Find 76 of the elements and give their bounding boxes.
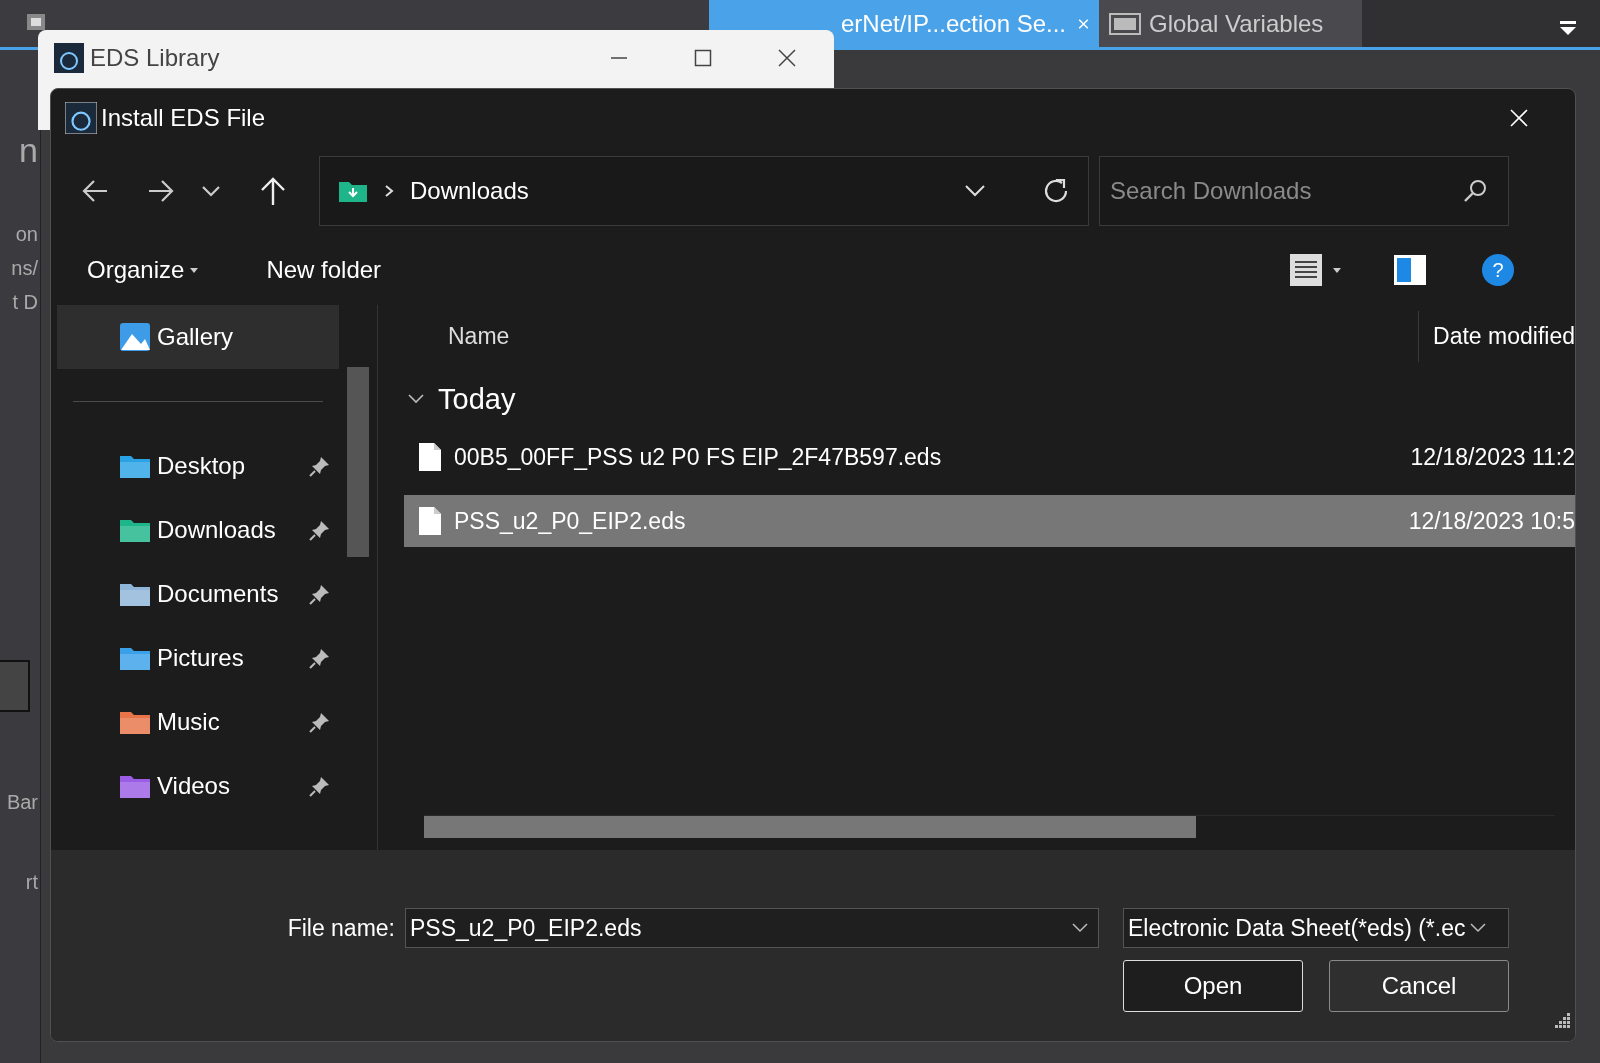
chevron-down-icon[interactable] — [201, 185, 221, 197]
file-name: PSS_u2_P0_EIP2.eds — [454, 507, 686, 535]
search-field[interactable]: Search Downloads — [1099, 156, 1509, 226]
refresh-icon[interactable] — [1042, 177, 1070, 205]
scrollbar-thumb[interactable] — [424, 816, 1196, 838]
partial-label: t D — [12, 290, 38, 314]
document-tab[interactable]: Global Variables — [1099, 0, 1362, 47]
open-button[interactable]: Open — [1123, 960, 1303, 1012]
variable-icon — [1109, 12, 1141, 35]
help-icon[interactable]: ? — [1481, 253, 1515, 287]
cancel-button[interactable]: Cancel — [1329, 960, 1509, 1012]
back-icon[interactable] — [81, 178, 109, 204]
pin-icon[interactable] — [309, 519, 331, 541]
pin-icon[interactable] — [309, 455, 331, 477]
folder-icon — [338, 179, 368, 203]
folder-icon — [119, 453, 151, 479]
caret-icon[interactable] — [1333, 267, 1341, 273]
maximize-icon[interactable] — [694, 49, 712, 67]
group-header: Today — [438, 382, 516, 416]
folder-icon — [119, 709, 151, 735]
nav-item[interactable]: Pictures — [57, 626, 339, 690]
folder-icon — [119, 581, 151, 607]
file-row[interactable]: 00B5_00FF_PSS u2 P0 FS EIP_2F47B597.eds 12/18/2023 11:2 — [404, 431, 1575, 483]
partial-label: on — [15, 222, 38, 246]
nav-item[interactable]: Downloads — [57, 498, 339, 562]
preview-pane-icon[interactable] — [1393, 254, 1427, 286]
pin-icon[interactable] — [309, 775, 331, 797]
partial-label: ns/ — [11, 256, 38, 280]
nav-item[interactable]: Gallery — [57, 305, 339, 369]
document-icon — [418, 442, 442, 472]
pin-icon[interactable] — [309, 647, 331, 669]
list-view-icon[interactable] — [1289, 253, 1323, 287]
window-title: EDS Library — [90, 44, 220, 72]
pin-icon[interactable] — [309, 583, 331, 605]
file-type-dropdown[interactable]: Electronic Data Sheet(*eds) (*.ec — [1123, 908, 1509, 948]
document-icon — [418, 506, 442, 536]
chevron-down-icon[interactable] — [408, 394, 424, 404]
partial-label: rt — [25, 870, 38, 894]
new-folder-button[interactable]: New folder — [254, 252, 394, 288]
column-header[interactable]: Date modified — [1418, 310, 1575, 362]
folder-path: Downloads — [410, 177, 529, 205]
partial-label: Bar — [6, 790, 38, 814]
chevron-right-icon — [384, 184, 394, 198]
search-icon[interactable] — [1463, 179, 1487, 203]
chevron-down-icon[interactable] — [964, 184, 986, 198]
file-name: 00B5_00FF_PSS u2 P0 FS EIP_2F47B597.eds — [454, 443, 942, 471]
address-bar[interactable]: Downloads — [319, 156, 1089, 226]
nav-item[interactable]: Music — [57, 690, 339, 754]
resize-grip-icon[interactable] — [1555, 1013, 1571, 1029]
pin-icon[interactable] — [309, 711, 331, 733]
chevron-down-icon — [1072, 923, 1088, 933]
folder-icon — [119, 517, 151, 543]
nav-item[interactable]: Desktop — [57, 434, 339, 498]
file-date: 12/18/2023 11:2 — [1410, 443, 1575, 471]
field-label: File name: — [287, 914, 395, 942]
caret-icon — [190, 267, 199, 273]
close-icon[interactable] — [778, 49, 796, 67]
folder-icon — [119, 645, 151, 671]
organize-menu[interactable]: Organize — [75, 252, 211, 288]
chevron-down-icon — [1469, 923, 1486, 933]
app-icon — [54, 43, 84, 73]
gallery-icon — [119, 322, 151, 352]
file-name-field[interactable]: PSS_u2_P0_EIP2.eds — [405, 908, 1099, 948]
forward-icon[interactable] — [147, 178, 175, 204]
column-header[interactable]: Name — [448, 322, 510, 350]
scrollbar-thumb[interactable] — [347, 367, 369, 557]
partial-label: n — [19, 130, 38, 171]
tab-list-icon[interactable] — [1558, 20, 1578, 36]
dialog-title: Install EDS File — [101, 104, 266, 132]
up-arrow-icon[interactable] — [259, 176, 287, 206]
folder-icon — [119, 773, 151, 799]
app-icon — [65, 102, 97, 134]
file-date: 12/18/2023 10:5 — [1408, 507, 1575, 535]
file-row[interactable]: PSS_u2_P0_EIP2.eds 12/18/2023 10:5 — [404, 495, 1575, 547]
nav-item[interactable]: Videos — [57, 754, 339, 818]
nav-item[interactable]: Documents — [57, 562, 339, 626]
